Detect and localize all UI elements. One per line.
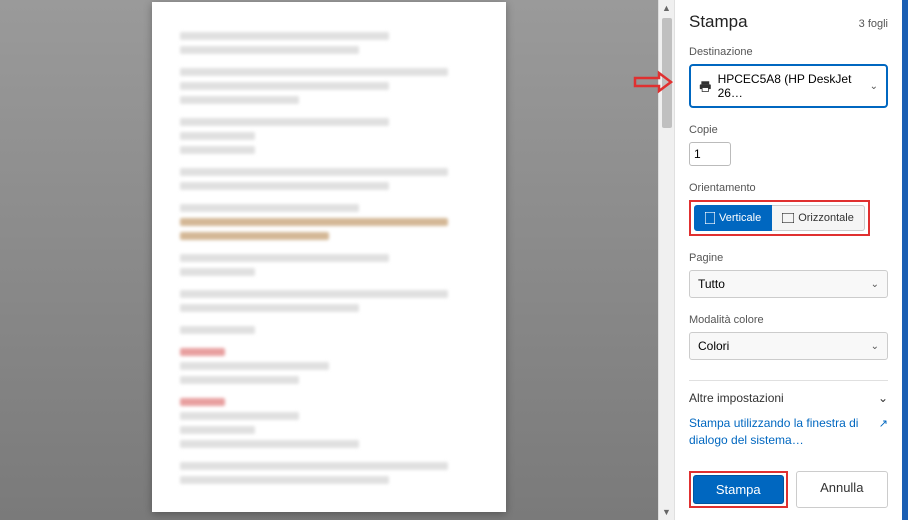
destination-value: HPCEC5A8 (HP DeskJet 26… <box>718 72 864 100</box>
divider <box>689 380 888 381</box>
color-mode-label: Modalità colore <box>689 314 888 326</box>
pages-select[interactable]: Tutto ⌄ <box>689 270 888 298</box>
portrait-icon <box>705 212 715 224</box>
print-button[interactable]: Stampa <box>693 475 784 504</box>
pages-value: Tutto <box>698 277 725 291</box>
scroll-down-icon[interactable]: ▼ <box>659 504 675 520</box>
chevron-down-icon: ⌄ <box>871 279 879 290</box>
scroll-up-icon[interactable]: ▲ <box>659 0 675 16</box>
pages-label: Pagine <box>689 252 888 264</box>
window-edge <box>902 0 908 520</box>
preview-scrollbar[interactable]: ▲ ▼ <box>658 0 674 520</box>
cancel-button[interactable]: Annulla <box>796 471 889 508</box>
chevron-down-icon: ⌄ <box>870 81 878 92</box>
print-preview-area <box>0 0 658 520</box>
external-link-icon: ↗ <box>879 417 888 432</box>
copies-label: Copie <box>689 124 888 136</box>
more-settings-toggle[interactable]: Altre impostazioni ⌄ <box>689 391 888 405</box>
preview-page <box>152 2 506 512</box>
landscape-icon <box>782 213 794 223</box>
orientation-horizontal-button[interactable]: Orizzontale <box>772 205 865 231</box>
chevron-down-icon: ⌄ <box>878 391 888 405</box>
sheet-count: 3 fogli <box>859 18 888 30</box>
orientation-vertical-button[interactable]: Verticale <box>694 205 772 231</box>
print-button-highlight: Stampa <box>689 471 788 508</box>
destination-label: Destinazione <box>689 46 888 58</box>
orientation-group: Verticale Orizzontale <box>689 200 870 236</box>
printer-icon <box>699 79 712 93</box>
color-mode-select[interactable]: Colori ⌄ <box>689 332 888 360</box>
system-dialog-link[interactable]: Stampa utilizzando la finestra di dialog… <box>689 415 888 449</box>
chevron-down-icon: ⌄ <box>871 341 879 352</box>
panel-title: Stampa <box>689 12 748 32</box>
scroll-thumb[interactable] <box>662 18 672 128</box>
orientation-label: Orientamento <box>689 182 888 194</box>
destination-select[interactable]: HPCEC5A8 (HP DeskJet 26… ⌄ <box>689 64 888 108</box>
print-settings-panel: Stampa 3 fogli Destinazione HPCEC5A8 (HP… <box>674 0 902 520</box>
color-mode-value: Colori <box>698 339 729 353</box>
copies-input[interactable] <box>689 142 731 166</box>
